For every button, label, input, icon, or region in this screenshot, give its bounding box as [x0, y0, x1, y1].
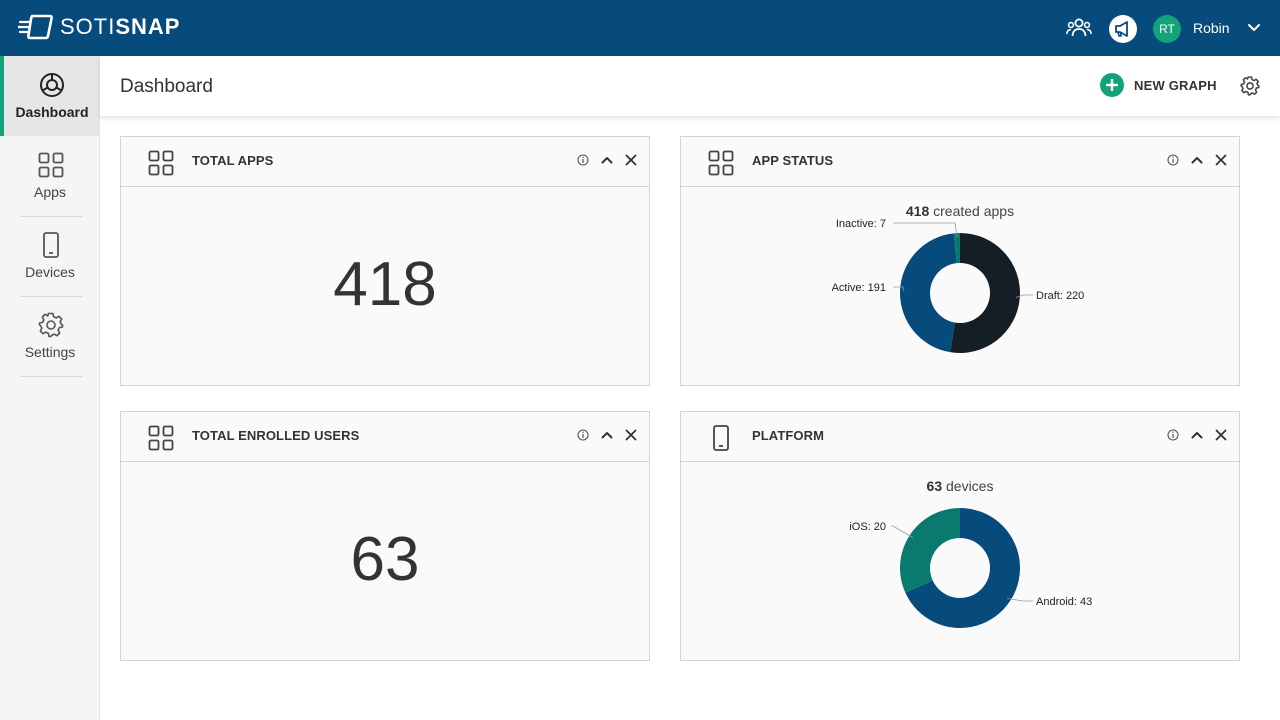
apps-grid-icon — [38, 152, 64, 178]
sidebar-item-label: Settings — [24, 344, 76, 360]
dashboard-icon — [40, 73, 64, 97]
grid-icon — [708, 150, 734, 176]
new-graph-label: NEW GRAPH — [1134, 77, 1217, 93]
sidebar-item-dashboard[interactable]: Dashboard — [0, 56, 100, 136]
sidebar-divider — [20, 376, 82, 377]
slice-ios[interactable] — [900, 508, 960, 593]
collapse-chevron-up-icon[interactable] — [1189, 427, 1205, 443]
panel-title: PLATFORM — [752, 428, 825, 443]
gear-icon — [38, 312, 64, 338]
chevron-down-icon[interactable] — [1247, 22, 1261, 34]
close-icon[interactable] — [623, 427, 639, 443]
info-icon[interactable] — [575, 152, 591, 168]
info-icon[interactable] — [1165, 152, 1181, 168]
leader-line-ios — [891, 525, 914, 538]
panel-app-status: APP STATUS 418 created apps Draft: 220 Ac… — [680, 136, 1240, 386]
new-graph-button[interactable]: NEW GRAPH — [1100, 73, 1217, 97]
panel-total-apps: TOTAL APPS 418 — [120, 136, 650, 386]
platform-donut-chart: Android: 43 iOS: 20 — [849, 508, 1092, 628]
collapse-chevron-up-icon[interactable] — [599, 152, 615, 168]
sidebar-item-apps[interactable]: Apps — [0, 136, 100, 216]
close-icon[interactable] — [623, 152, 639, 168]
collapse-chevron-up-icon[interactable] — [599, 427, 615, 443]
page-header: Dashboard NEW GRAPH — [100, 56, 1280, 116]
panel-title: TOTAL ENROLLED USERS — [192, 428, 360, 443]
brand-name: SOTISNAP — [60, 14, 181, 39]
panel-total-enrolled-users: TOTAL ENROLLED USERS 63 — [120, 411, 650, 661]
data-label-active: Active: 191 — [832, 282, 886, 294]
page-title: Dashboard — [120, 76, 213, 97]
top-bar: SOTISNAP RT Robin — [0, 0, 1280, 56]
sidebar-item-label: Apps — [34, 184, 66, 200]
panel-title: APP STATUS — [752, 153, 834, 168]
panel-platform: PLATFORM 63 devices Android: 43 iOS: 20 — [680, 411, 1240, 661]
close-icon[interactable] — [1213, 152, 1229, 168]
sidebar: Dashboard Apps Devices Settings — [0, 56, 100, 720]
panel-header: TOTAL APPS — [121, 137, 649, 187]
data-label-inactive: Inactive: 7 — [836, 218, 886, 230]
megaphone-icon — [1115, 21, 1128, 37]
grid-icon — [148, 150, 174, 176]
panel-header: PLATFORM — [681, 412, 1239, 462]
plus-circle-icon — [1100, 73, 1124, 97]
info-icon[interactable] — [1165, 427, 1181, 443]
announcements-button[interactable] — [1109, 15, 1137, 43]
device-icon — [43, 232, 59, 258]
collapse-chevron-up-icon[interactable] — [1189, 152, 1205, 168]
panel-header: APP STATUS — [681, 137, 1239, 187]
slice-draft[interactable] — [950, 233, 1020, 353]
sidebar-item-settings[interactable]: Settings — [0, 296, 100, 376]
user-name[interactable]: Robin — [1193, 20, 1230, 36]
close-icon[interactable] — [1213, 427, 1229, 443]
total-apps-value: 418 — [333, 250, 437, 319]
app-status-donut-chart: Draft: 220 Active: 191 Inactive: 7 — [832, 218, 1084, 353]
soti-snap-logo[interactable]: SOTISNAP — [18, 13, 180, 41]
slice-active[interactable] — [900, 233, 957, 353]
sidebar-item-label: Devices — [25, 264, 75, 280]
data-label-ios: iOS: 20 — [849, 521, 886, 533]
dashboard-settings-gear-icon[interactable] — [1240, 76, 1260, 96]
sidebar-item-devices[interactable]: Devices — [0, 216, 100, 296]
user-avatar[interactable]: RT — [1153, 15, 1181, 43]
panel-header: TOTAL ENROLLED USERS — [121, 412, 649, 462]
users-group-icon[interactable] — [1066, 16, 1092, 40]
sidebar-item-label: Dashboard — [15, 104, 89, 120]
info-icon[interactable] — [575, 427, 591, 443]
data-label-android: Android: 43 — [1036, 596, 1092, 608]
panel-title: TOTAL APPS — [192, 153, 274, 168]
grid-icon — [148, 425, 174, 451]
total-enrolled-users-value: 63 — [350, 525, 420, 594]
data-label-draft: Draft: 220 — [1036, 290, 1084, 302]
device-icon — [713, 425, 729, 451]
snap-logo-icon — [18, 14, 53, 40]
